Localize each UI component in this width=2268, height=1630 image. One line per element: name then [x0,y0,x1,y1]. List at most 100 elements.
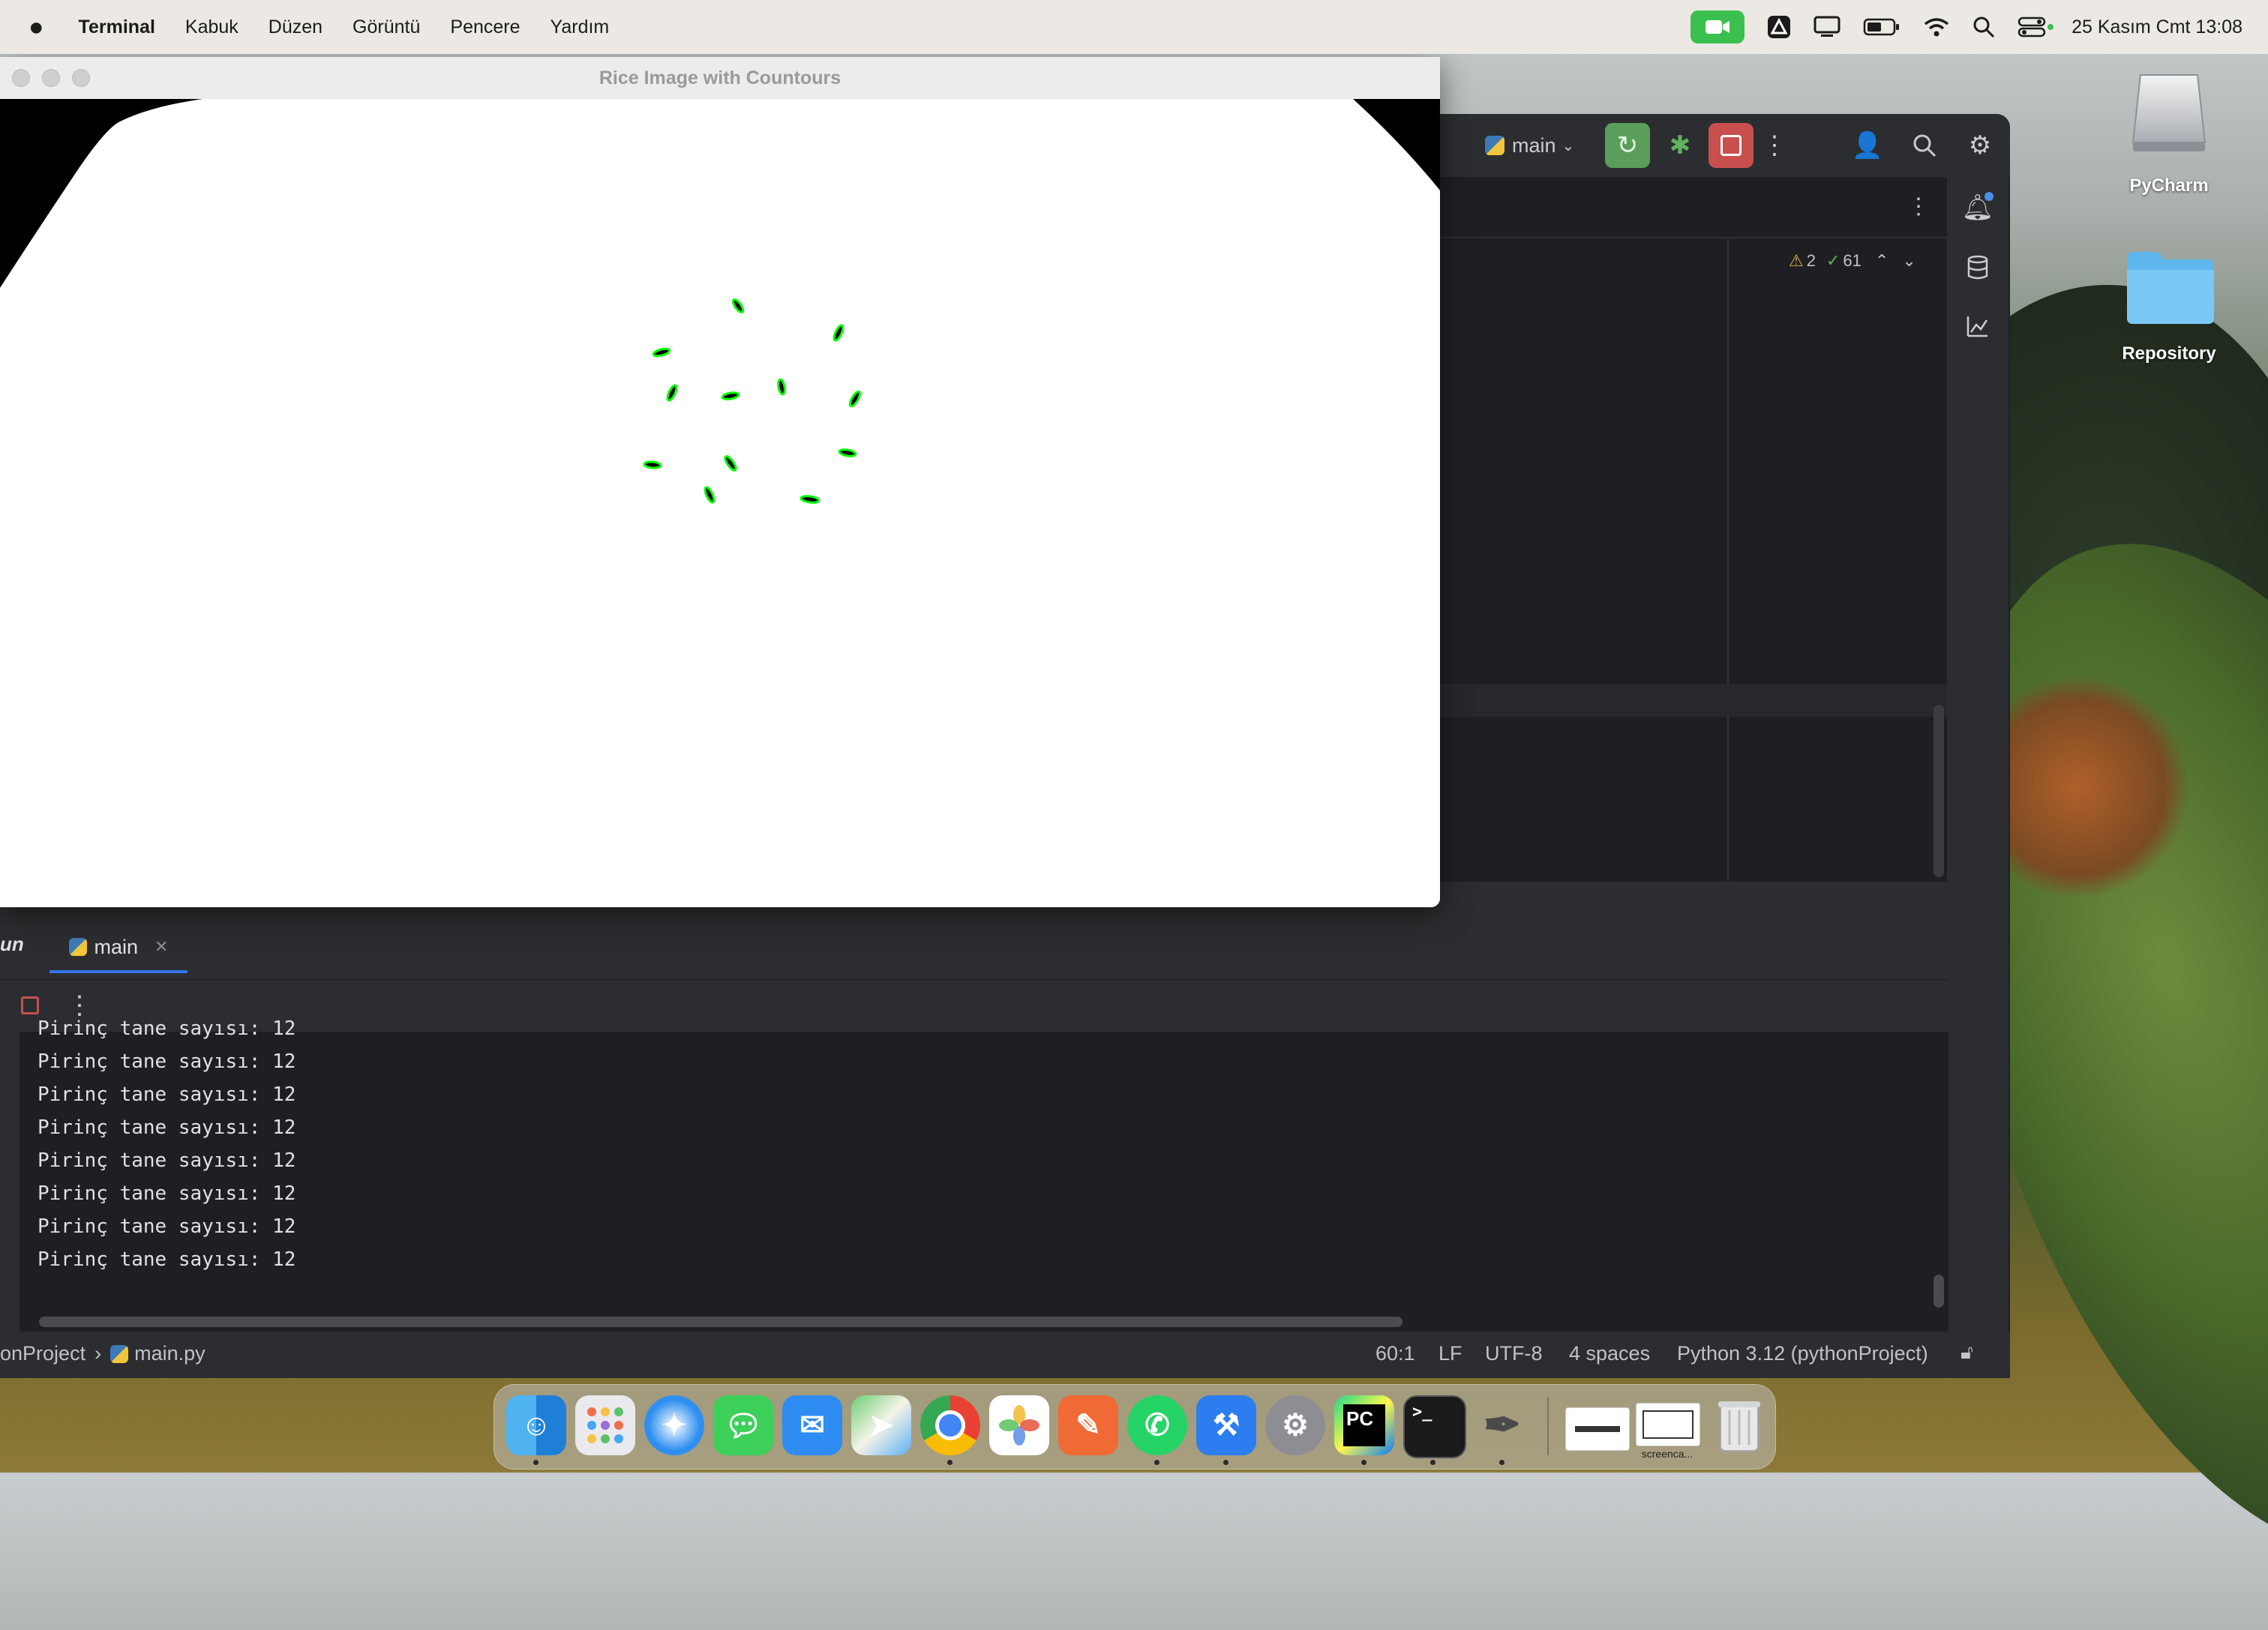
tab-run-main[interactable]: main ✕ [50,924,188,973]
close-window-button[interactable] [12,69,30,87]
battery-icon[interactable] [1863,17,1900,37]
dock-xcode-icon[interactable]: ⚒ [1196,1395,1256,1455]
menu-app-name[interactable]: Terminal [79,16,155,38]
branch-selector[interactable]: main ⌄ [1485,127,1574,163]
hard-drive-icon [2127,70,2211,154]
dock-safari-icon[interactable]: ✦ [644,1395,704,1455]
menu-item-pencere[interactable]: Pencere [450,16,520,38]
apple-menu-icon[interactable]: ● [28,13,44,42]
dock-mail-icon[interactable]: ✉ [782,1395,842,1455]
rice-image-canvas [0,99,1440,907]
menu-bar-status-area: 25 Kasım Cmt 13:08 [1690,0,2268,54]
lock-icon[interactable]: 🔓︎ [1960,1341,1973,1365]
code-editor[interactable]: ⚠ 2 ✓ 61 ⌃ ⌄ [1410,238,1947,880]
breadcrumb[interactable]: onProject › main.py [0,1342,206,1365]
dock-finder-icon[interactable]: ☺ [506,1395,566,1455]
console-line: Pirinç tane sayısı: 12 [38,1149,296,1172]
dock-trash-icon[interactable] [1709,1395,1769,1455]
menu-item-yardim[interactable]: Yardım [550,16,610,38]
dock-whatsapp-icon[interactable]: ✆ [1127,1395,1187,1455]
more-actions-button[interactable]: ⋮ [1760,123,1790,168]
console-line: Pirinç tane sayısı: 12 [38,1215,296,1238]
vector-status-icon[interactable] [1767,15,1791,39]
console-line: Pirinç tane sayısı: 12 [38,1248,296,1271]
stop-button[interactable] [1708,123,1754,168]
notification-dot [1984,192,1994,201]
tab-options-button[interactable]: ⋮ [1904,187,1934,225]
caret-position[interactable]: 60:1 [1376,1342,1415,1365]
dock-chrome-icon[interactable] [920,1395,980,1455]
add-user-button[interactable]: 👤 [1845,123,1890,168]
notifications-button[interactable]: 🔔︎ [1959,189,1996,226]
close-icon[interactable]: ✕ [154,937,168,957]
dock-vector-icon[interactable]: ✒ [1472,1395,1532,1455]
dock-pycharm-icon[interactable]: PC [1334,1395,1394,1455]
console-line: Pirinç tane sayısı: 12 [38,1182,296,1205]
line-separator[interactable]: LF [1438,1342,1462,1365]
ok-count: 61 [1843,251,1862,270]
menu-item-goruntu[interactable]: Görüntü [352,16,420,38]
chevron-up-icon[interactable]: ⌃ [1875,251,1888,271]
current-line-highlight [1410,684,1947,717]
dock-maps-icon[interactable]: ➤ [851,1395,911,1455]
indent-setting[interactable]: 4 spaces [1569,1342,1650,1365]
dock-launchpad-icon[interactable] [575,1395,635,1455]
status-bar: onProject › main.py 60:1 LF UTF-8 4 spac… [0,1332,2010,1378]
dock-messages-icon[interactable]: 💬︎ [713,1395,773,1455]
breadcrumb-file[interactable]: main.py [134,1342,206,1365]
chevron-down-icon[interactable]: ⌄ [1902,251,1916,271]
right-tool-strip: 🔔︎ [1947,177,2008,1332]
window-title-bar[interactable]: Rice Image with Countours [0,57,1440,100]
chevron-right-icon: › [94,1342,102,1365]
menu-item-kabuk[interactable]: Kabuk [185,16,238,38]
display-icon[interactable] [1814,16,1840,38]
spotlight-search-icon[interactable] [1972,16,1995,38]
menu-bar-clock[interactable]: 25 Kasım Cmt 13:08 [2072,16,2242,38]
chevron-down-icon: ⌄ [1562,137,1575,154]
running-indicator [1361,1460,1366,1465]
database-icon [1967,255,1988,280]
console-line: Pirinç tane sayısı: 12 [38,1083,296,1106]
console-horizontal-scrollbar[interactable] [39,1317,1402,1327]
desktop-icon-pycharm[interactable]: PyCharm [2094,67,2244,202]
console-line: Pirinç tane sayısı: 12 [38,1017,296,1040]
rerun-button[interactable]: ↻ [1605,123,1650,168]
wifi-icon[interactable] [1923,16,1950,37]
dock-screencast-thumbnail[interactable] [1636,1403,1700,1446]
zoom-window-button[interactable] [72,69,90,87]
minimize-window-button[interactable] [42,69,60,87]
rice-grain-contour [643,460,662,469]
run-tab-label: main [94,935,139,958]
breadcrumb-project[interactable]: onProject [0,1342,86,1365]
run-console[interactable]: Pirinç tane sayısı: 12 Pirinç tane sayıs… [20,1017,1948,1332]
branch-label: main [1512,133,1556,157]
facetime-status-icon[interactable] [1690,10,1745,43]
stop-icon [1720,135,1742,156]
debug-button[interactable]: ✱ [1658,123,1702,168]
dock-photos-icon[interactable] [989,1395,1049,1455]
control-center-icon[interactable] [2018,16,2054,38]
dock-terminal-icon[interactable]: >_ [1403,1395,1466,1458]
python-interpreter[interactable]: Python 3.12 (pythonProject) [1677,1342,1928,1365]
console-side-toolbar [0,1032,20,1332]
file-encoding[interactable]: UTF-8 [1485,1342,1543,1365]
folder-icon [2124,247,2217,325]
menu-item-duzen[interactable]: Düzen [268,16,322,38]
run-tool-header: un main ✕ [0,916,1948,979]
running-indicator [1223,1460,1228,1465]
desktop-icon-repository[interactable]: Repository [2094,240,2244,375]
settings-button[interactable]: ⚙ [1958,123,2002,168]
sciview-button[interactable] [1959,307,1996,345]
editor-scrollbar[interactable] [1934,705,1944,877]
dock-thumbnail-label: screenca... [1641,1448,1694,1460]
database-button[interactable] [1959,249,1996,286]
dock-pencil-icon[interactable]: ✎ [1058,1395,1118,1455]
dock-system-settings-icon[interactable]: ⚙ [1265,1395,1325,1455]
inspection-widget[interactable]: ⚠ 2 ✓ 61 ⌃ ⌄ [1789,246,1916,276]
python-icon [68,938,87,956]
rice-image-window[interactable]: Rice Image with Countours [0,57,1440,907]
dock-screenshot-thumbnail[interactable] [1565,1407,1630,1451]
search-icon [1913,134,1936,157]
search-button[interactable] [1902,123,1947,168]
console-vertical-scrollbar[interactable] [1934,1275,1944,1308]
